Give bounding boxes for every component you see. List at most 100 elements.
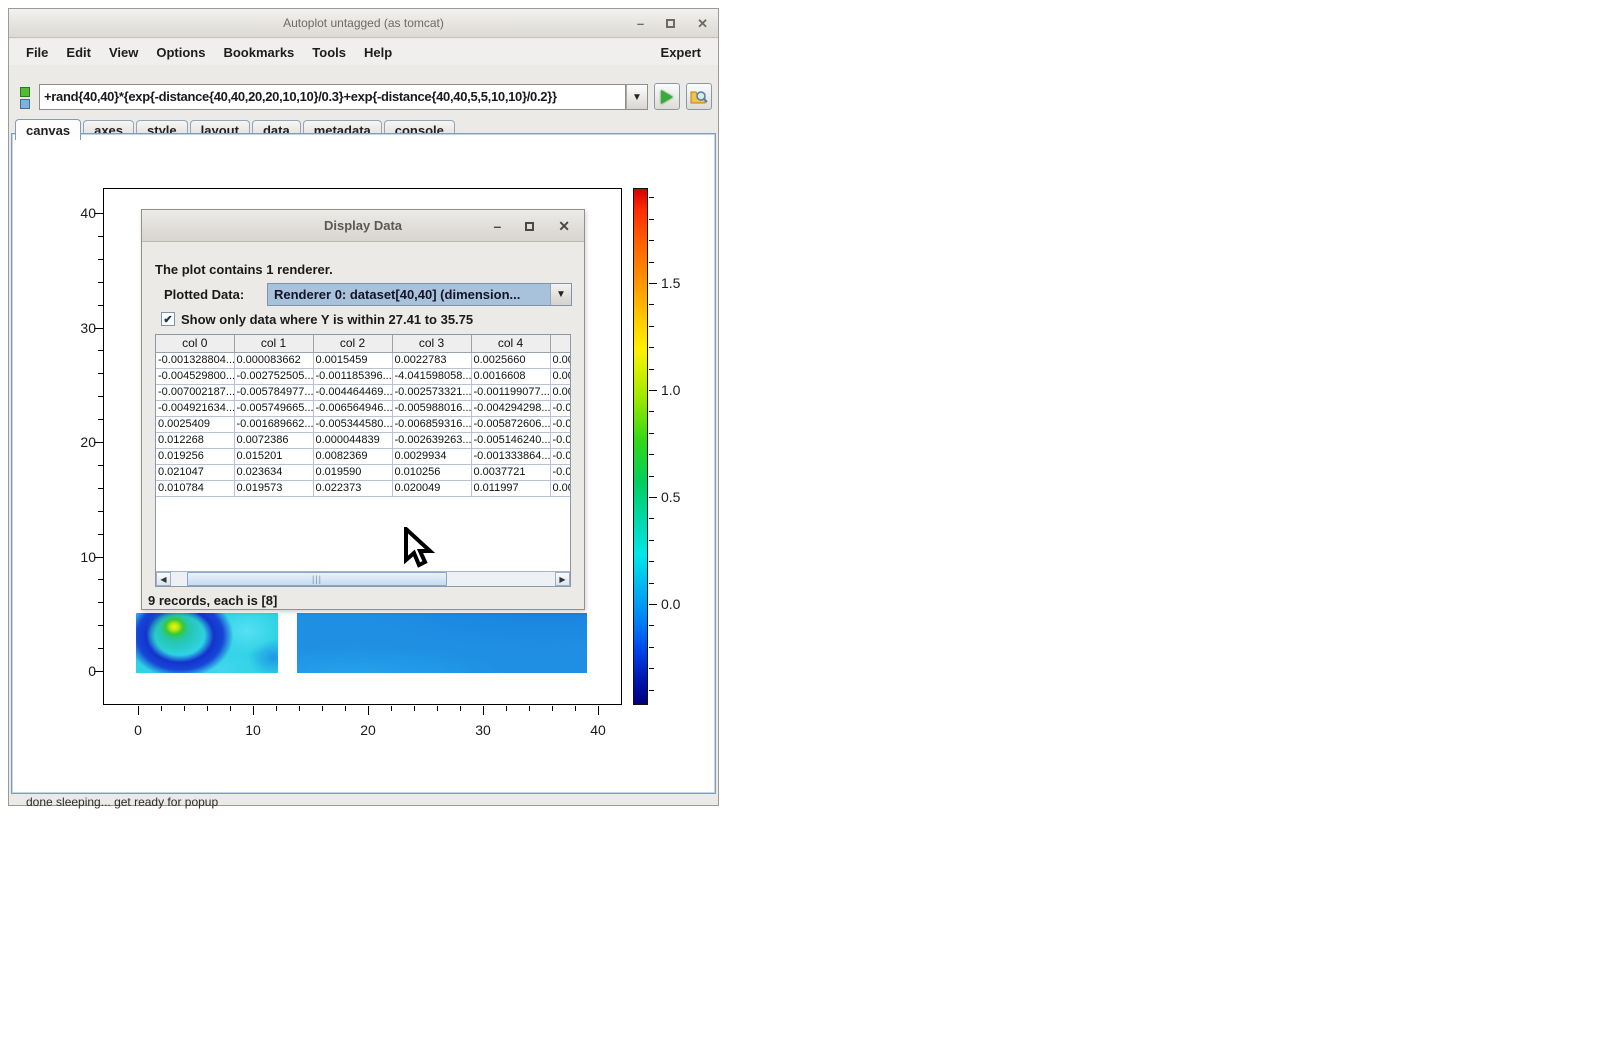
- table-cell[interactable]: -0.001689662...: [234, 416, 313, 432]
- table-cell[interactable]: -0.001328804...: [156, 352, 234, 368]
- table-cell[interactable]: -0.004464469...: [313, 384, 392, 400]
- table-cell[interactable]: -0.001333864...: [471, 448, 550, 464]
- table-cell[interactable]: 0.00: [550, 368, 571, 384]
- table-cell[interactable]: 0.021047: [156, 464, 234, 480]
- table-row[interactable]: 0.0122680.00723860.000044839-0.002639263…: [156, 432, 571, 448]
- table-cell[interactable]: -0.005872606...: [471, 416, 550, 432]
- table-cell[interactable]: 0.019573: [234, 480, 313, 496]
- table-cell[interactable]: 0.010256: [392, 464, 471, 480]
- table-row[interactable]: -0.004529800...-0.002752505...-0.0011853…: [156, 368, 571, 384]
- table-cell[interactable]: 0.020049: [392, 480, 471, 496]
- table-cell[interactable]: 0.011997: [471, 480, 550, 496]
- table-cell[interactable]: -0.004529800...: [156, 368, 234, 384]
- table-cell[interactable]: 0.0029934: [392, 448, 471, 464]
- table-cell[interactable]: 0.0072386: [234, 432, 313, 448]
- menu-item-view[interactable]: View: [100, 45, 147, 60]
- tab-canvas[interactable]: canvas: [15, 119, 81, 140]
- column-header[interactable]: col 3: [392, 335, 471, 352]
- table-row[interactable]: 0.0192560.0152010.00823690.0029934-0.001…: [156, 448, 571, 464]
- close-icon[interactable]: ✕: [697, 17, 708, 30]
- table-cell[interactable]: -0.002752505...: [234, 368, 313, 384]
- table-cell[interactable]: 0.022373: [313, 480, 392, 496]
- plotted-data-select[interactable]: Renderer 0: dataset[40,40] (dimension...…: [267, 283, 572, 306]
- table-cell[interactable]: 0.015201: [234, 448, 313, 464]
- table-cell[interactable]: -0.007002187...: [156, 384, 234, 400]
- table-cell[interactable]: -0.0: [550, 464, 571, 480]
- colorbar[interactable]: [633, 188, 648, 705]
- table-cell[interactable]: -0.0: [550, 432, 571, 448]
- menu-item-options[interactable]: Options: [147, 45, 214, 60]
- table-cell[interactable]: -0.0: [550, 448, 571, 464]
- table-cell[interactable]: -0.004921634...: [156, 400, 234, 416]
- table-row[interactable]: 0.0210470.0236340.0195900.0102560.003772…: [156, 464, 571, 480]
- table-cell[interactable]: 0.0015459: [313, 352, 392, 368]
- maximize-icon[interactable]: [666, 19, 675, 28]
- spectrogram-right-strip[interactable]: [297, 613, 587, 673]
- table-cell[interactable]: -0.002573321...: [392, 384, 471, 400]
- table-cell[interactable]: 0.0016608: [471, 368, 550, 384]
- spectrogram-left-strip[interactable]: [136, 613, 278, 673]
- table-cell[interactable]: 0.012268: [156, 432, 234, 448]
- minimize-icon[interactable]: –: [637, 17, 644, 30]
- table-cell[interactable]: -0.002639263...: [392, 432, 471, 448]
- go-button[interactable]: [654, 83, 680, 110]
- table-row[interactable]: 0.0025409-0.001689662...-0.005344580...-…: [156, 416, 571, 432]
- table-cell[interactable]: -0.004294298...: [471, 400, 550, 416]
- chevron-down-icon[interactable]: ▼: [550, 284, 571, 305]
- table-row[interactable]: 0.0107840.0195730.0223730.0200490.011997…: [156, 480, 571, 496]
- table-cell[interactable]: 0.00: [550, 384, 571, 400]
- column-header[interactable]: col 1: [234, 335, 313, 352]
- table-cell[interactable]: -0.005784977...: [234, 384, 313, 400]
- table-cell[interactable]: 0.0025409: [156, 416, 234, 432]
- table-cell[interactable]: -0.001199077...: [471, 384, 550, 400]
- menu-item-tools[interactable]: Tools: [303, 45, 355, 60]
- table-cell[interactable]: 0.000083662: [234, 352, 313, 368]
- table-cell[interactable]: -0.0: [550, 416, 571, 432]
- menu-item-bookmarks[interactable]: Bookmarks: [214, 45, 303, 60]
- dialog-titlebar[interactable]: Display Data – ✕: [142, 210, 584, 242]
- table-cell[interactable]: 0.00: [550, 352, 571, 368]
- table-cell[interactable]: 0.000044839: [313, 432, 392, 448]
- table-cell[interactable]: 0.019590: [313, 464, 392, 480]
- column-header[interactable]: col 0: [156, 335, 234, 352]
- datasource-green-icon[interactable]: [20, 87, 30, 97]
- table-cell[interactable]: 0.019256: [156, 448, 234, 464]
- table-cell[interactable]: 0.00: [550, 480, 571, 496]
- table-cell[interactable]: -0.005344580...: [313, 416, 392, 432]
- menu-item-edit[interactable]: Edit: [57, 45, 100, 60]
- table-row[interactable]: -0.004921634...-0.005749665...-0.0065649…: [156, 400, 571, 416]
- table-cell[interactable]: -0.0: [550, 400, 571, 416]
- table-cell[interactable]: 0.0037721: [471, 464, 550, 480]
- table-cell[interactable]: -0.001185396...: [313, 368, 392, 384]
- window-titlebar[interactable]: Autoplot untagged (as tomcat) – ✕: [9, 9, 718, 38]
- table-cell[interactable]: -0.006564946...: [313, 400, 392, 416]
- table-cell[interactable]: 0.010784: [156, 480, 234, 496]
- column-header[interactable]: [550, 335, 571, 352]
- table-cell[interactable]: 0.0025660: [471, 352, 550, 368]
- inspect-uri-button[interactable]: [686, 83, 712, 110]
- scroll-left-icon[interactable]: ◀: [156, 572, 171, 586]
- dialog-close-icon[interactable]: ✕: [558, 219, 570, 233]
- dialog-minimize-icon[interactable]: –: [493, 219, 501, 233]
- table-cell[interactable]: -0.005146240...: [471, 432, 550, 448]
- scrollbar-track[interactable]: |||: [171, 572, 555, 586]
- menu-item-help[interactable]: Help: [355, 45, 401, 60]
- horizontal-scrollbar[interactable]: ◀ ||| ▶: [156, 571, 570, 586]
- table-row[interactable]: -0.001328804...0.0000836620.00154590.002…: [156, 352, 571, 368]
- table-cell[interactable]: 0.0022783: [392, 352, 471, 368]
- scroll-right-icon[interactable]: ▶: [555, 572, 570, 586]
- uri-input[interactable]: +rand{40,40}*{exp{-distance{40,40,20,20,…: [39, 84, 626, 110]
- table-cell[interactable]: -0.006859316...: [392, 416, 471, 432]
- scrollbar-thumb[interactable]: |||: [187, 572, 447, 586]
- table-cell[interactable]: -0.005988016...: [392, 400, 471, 416]
- datasource-blue-icon[interactable]: [20, 99, 30, 109]
- table-cell[interactable]: 0.0082369: [313, 448, 392, 464]
- table-cell[interactable]: -0.005749665...: [234, 400, 313, 416]
- column-header[interactable]: col 2: [313, 335, 392, 352]
- column-header[interactable]: col 4: [471, 335, 550, 352]
- dialog-maximize-icon[interactable]: [525, 222, 534, 231]
- data-table[interactable]: col 0col 1col 2col 3col 4 -0.001328804...…: [156, 335, 571, 497]
- menu-item-expert[interactable]: Expert: [652, 45, 710, 60]
- uri-dropdown-button[interactable]: ▼: [626, 84, 648, 110]
- table-cell[interactable]: 0.023634: [234, 464, 313, 480]
